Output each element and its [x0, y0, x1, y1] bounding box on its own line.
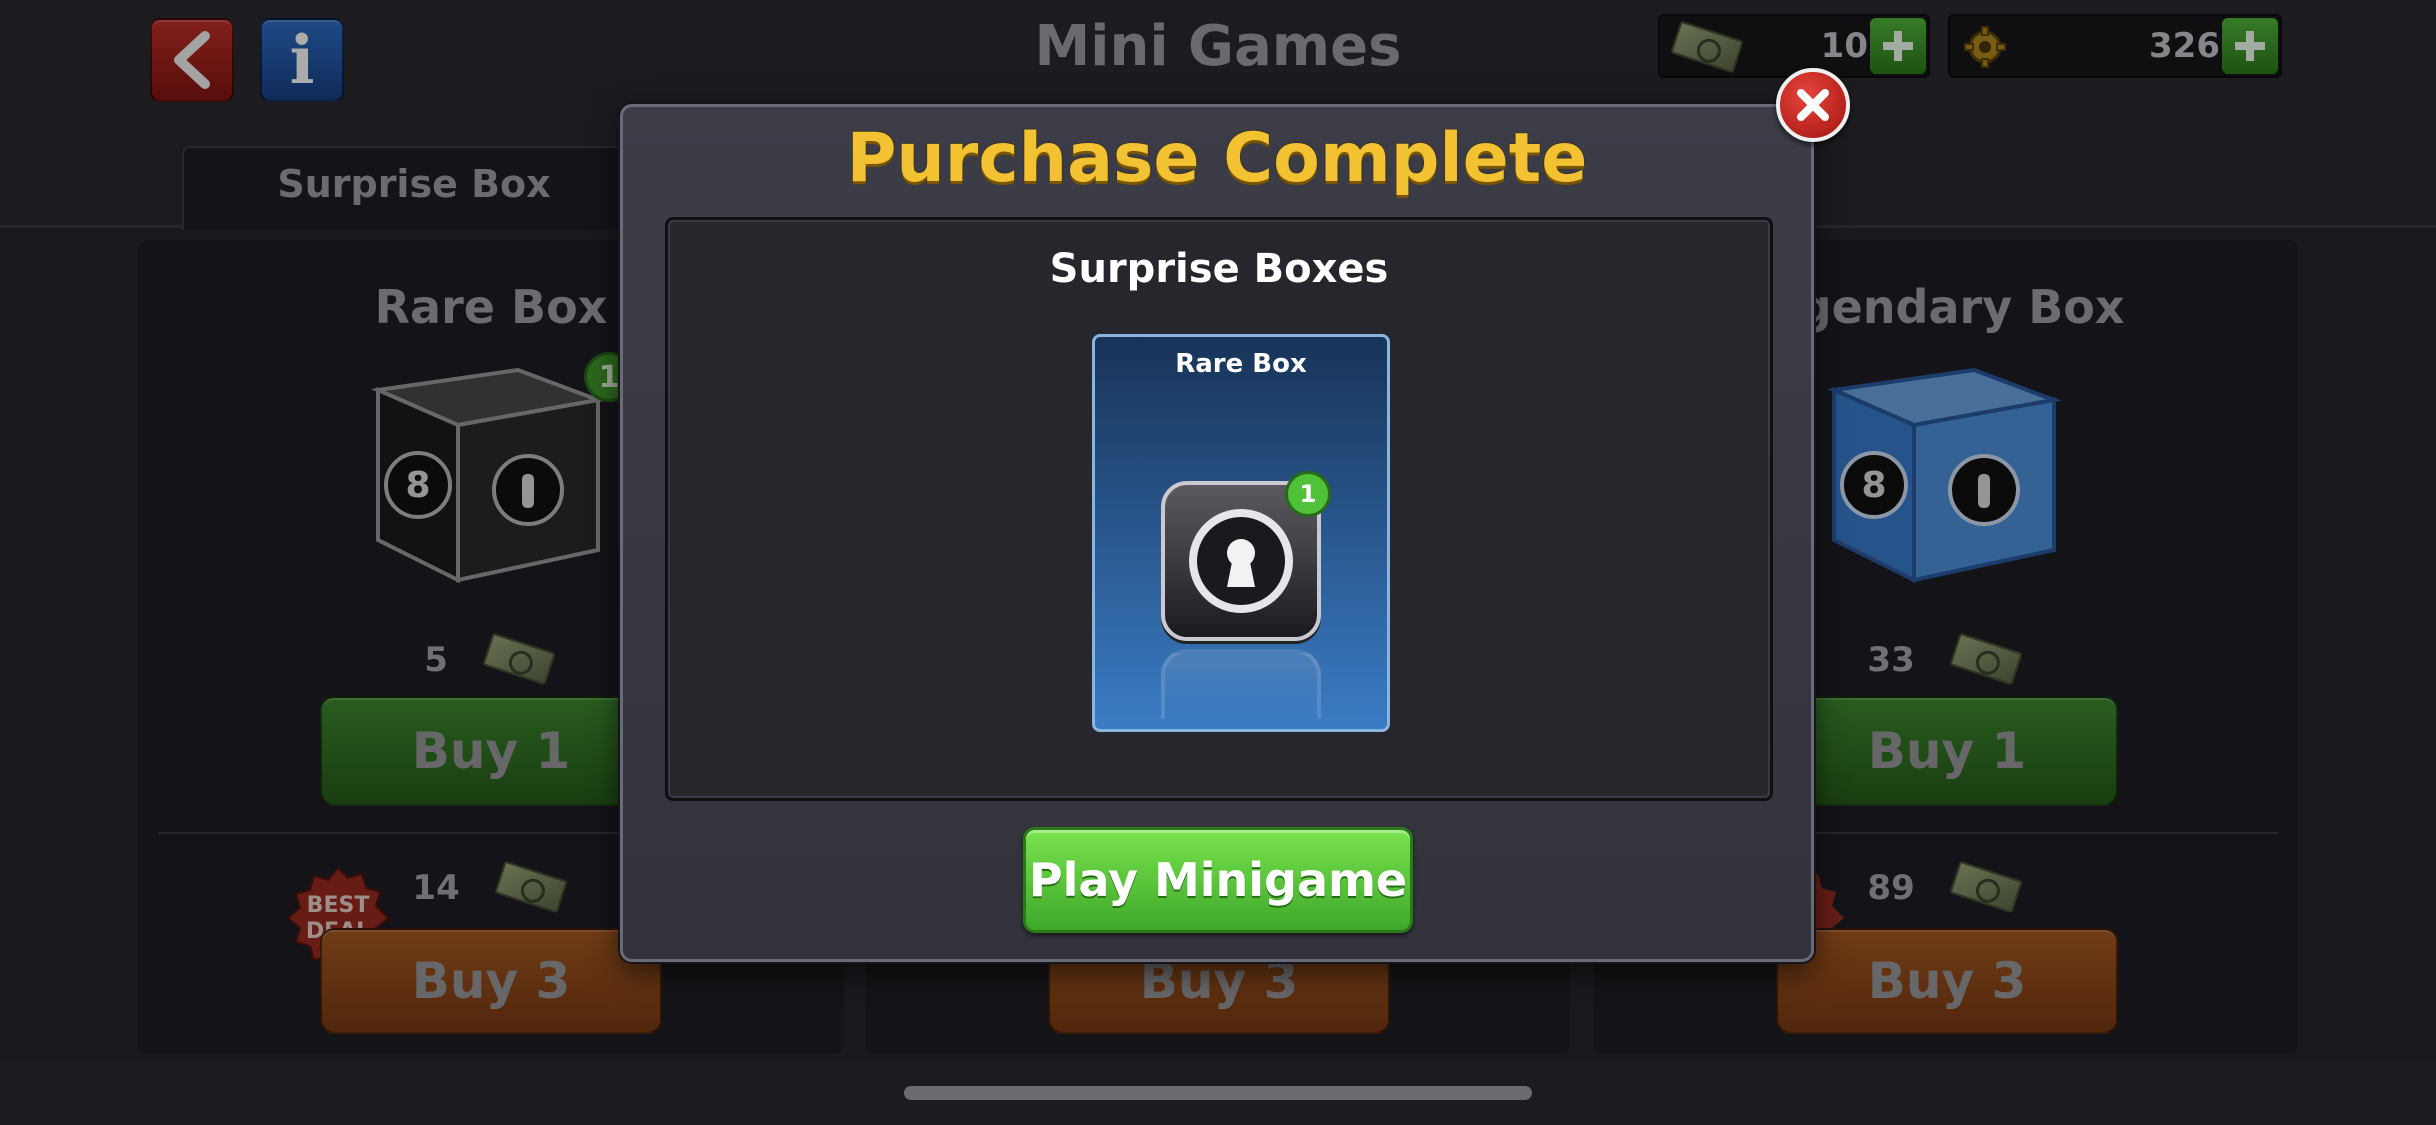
dialog-title: Purchase Complete — [846, 119, 1588, 198]
close-icon — [1797, 89, 1829, 121]
reward-panel: Surprise Boxes Rare Box 1 — [665, 217, 1773, 801]
close-dialog-button[interactable] — [1776, 68, 1850, 142]
card-count-badge: 1 — [1285, 471, 1331, 517]
purchase-complete-dialog: Purchase Complete Surprise Boxes Rare Bo… — [620, 104, 1814, 962]
tile-reflection — [1161, 649, 1321, 719]
card-title: Rare Box — [1175, 349, 1307, 379]
reward-section-title: Surprise Boxes — [1049, 246, 1389, 292]
home-indicator[interactable] — [904, 1086, 1532, 1100]
play-minigame-button[interactable]: Play Minigame — [1023, 827, 1413, 933]
reward-card: Rare Box 1 — [1092, 334, 1390, 732]
